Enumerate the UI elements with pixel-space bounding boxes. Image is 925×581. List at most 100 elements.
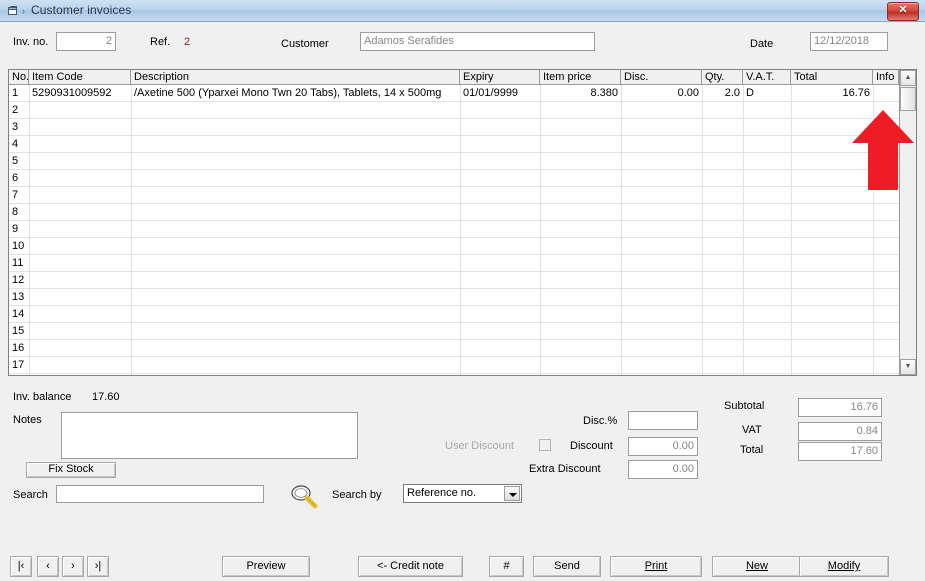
grid-cell-vat[interactable]: [743, 272, 791, 288]
grid-cell-item_code[interactable]: [29, 170, 131, 186]
grid-cell-qty[interactable]: [702, 272, 743, 288]
grid-cell-info[interactable]: [873, 119, 899, 135]
grid-cell-description[interactable]: [131, 323, 460, 339]
grid-column-header-item_code[interactable]: Item Code: [29, 70, 131, 84]
scroll-up-button[interactable]: ▲: [900, 70, 916, 86]
grid-cell-item_code[interactable]: [29, 153, 131, 169]
grid-cell-item_price[interactable]: [540, 136, 621, 152]
grid-cell-qty[interactable]: [702, 170, 743, 186]
new-button[interactable]: New: [712, 556, 802, 577]
grid-cell-no[interactable]: 15: [9, 323, 29, 339]
grid-cell-item_code[interactable]: [29, 187, 131, 203]
grid-cell-info[interactable]: [873, 272, 899, 288]
grid-cell-expiry[interactable]: [460, 187, 540, 203]
grid-cell-no[interactable]: 3: [9, 119, 29, 135]
grid-cell-qty[interactable]: [702, 357, 743, 373]
grid-cell-item_code[interactable]: 5290931009592: [29, 85, 131, 101]
grid-cell-description[interactable]: [131, 306, 460, 322]
discount-field[interactable]: 0.00: [628, 437, 698, 456]
grid-cell-total[interactable]: [791, 289, 873, 305]
grid-cell-description[interactable]: [131, 153, 460, 169]
grid-cell-disc[interactable]: [621, 255, 702, 271]
grid-cell-qty[interactable]: [702, 221, 743, 237]
grid-cell-disc[interactable]: [621, 272, 702, 288]
grid-cell-item_price[interactable]: [540, 255, 621, 271]
grid-cell-info[interactable]: [873, 306, 899, 322]
grid-cell-disc[interactable]: [621, 153, 702, 169]
grid-cell-vat[interactable]: D: [743, 85, 791, 101]
grid-cell-vat[interactable]: [743, 102, 791, 118]
grid-cell-expiry[interactable]: [460, 102, 540, 118]
grid-cell-qty[interactable]: [702, 255, 743, 271]
grid-cell-expiry[interactable]: [460, 289, 540, 305]
grid-cell-description[interactable]: [131, 221, 460, 237]
grid-cell-item_price[interactable]: [540, 323, 621, 339]
grid-cell-vat[interactable]: [743, 306, 791, 322]
grid-cell-total[interactable]: [791, 255, 873, 271]
scrollbar-thumb[interactable]: [900, 87, 916, 111]
grid-cell-no[interactable]: 6: [9, 170, 29, 186]
grid-cell-expiry[interactable]: [460, 340, 540, 356]
grid-row[interactable]: 7: [9, 187, 916, 204]
grid-cell-no[interactable]: 10: [9, 238, 29, 254]
grid-cell-vat[interactable]: [743, 136, 791, 152]
grid-cell-no[interactable]: 12: [9, 272, 29, 288]
grid-row[interactable]: 6: [9, 170, 916, 187]
grid-cell-expiry[interactable]: [460, 136, 540, 152]
grid-cell-expiry[interactable]: 01/01/9999: [460, 85, 540, 101]
grid-cell-item_price[interactable]: [540, 340, 621, 356]
grid-cell-total[interactable]: [791, 204, 873, 220]
grid-cell-no[interactable]: 16: [9, 340, 29, 356]
grid-cell-expiry[interactable]: [460, 255, 540, 271]
grid-cell-item_price[interactable]: [540, 272, 621, 288]
grid-cell-qty[interactable]: [702, 102, 743, 118]
chevron-down-icon[interactable]: [504, 486, 520, 501]
grid-cell-vat[interactable]: [743, 289, 791, 305]
grid-cell-description[interactable]: [131, 119, 460, 135]
grid-cell-expiry[interactable]: [460, 153, 540, 169]
nav-next-button[interactable]: ›: [62, 556, 84, 577]
grid-cell-disc[interactable]: [621, 119, 702, 135]
grid-row[interactable]: 12: [9, 272, 916, 289]
grid-cell-info[interactable]: [873, 187, 899, 203]
grid-cell-expiry[interactable]: [460, 204, 540, 220]
grid-cell-total[interactable]: [791, 323, 873, 339]
grid-column-header-item_price[interactable]: Item price: [540, 70, 621, 84]
print-button[interactable]: Print: [610, 556, 702, 577]
grid-cell-vat[interactable]: [743, 255, 791, 271]
grid-cell-vat[interactable]: [743, 238, 791, 254]
grid-cell-no[interactable]: 9: [9, 221, 29, 237]
grid-cell-expiry[interactable]: [460, 170, 540, 186]
grid-cell-no[interactable]: 13: [9, 289, 29, 305]
grid-cell-qty[interactable]: [702, 306, 743, 322]
grid-cell-item_price[interactable]: [540, 357, 621, 373]
grid-cell-qty[interactable]: [702, 340, 743, 356]
grid-cell-info[interactable]: [873, 255, 899, 271]
grid-cell-item_price[interactable]: [540, 306, 621, 322]
grid-cell-info[interactable]: [873, 357, 899, 373]
grid-cell-disc[interactable]: [621, 238, 702, 254]
grid-cell-total[interactable]: [791, 119, 873, 135]
grid-cell-total[interactable]: [791, 238, 873, 254]
grid-column-header-info[interactable]: Info: [873, 70, 899, 84]
grid-cell-total[interactable]: [791, 153, 873, 169]
nav-first-button[interactable]: |‹: [10, 556, 32, 577]
grid-cell-info[interactable]: [873, 102, 899, 118]
modify-button[interactable]: Modify: [799, 556, 889, 577]
grid-cell-qty[interactable]: [702, 323, 743, 339]
grid-cell-item_price[interactable]: [540, 238, 621, 254]
grid-cell-no[interactable]: 4: [9, 136, 29, 152]
disc-pct-field[interactable]: [628, 411, 698, 430]
extra-discount-field[interactable]: 0.00: [628, 460, 698, 479]
notes-textarea[interactable]: [61, 412, 358, 459]
grid-cell-total[interactable]: 16.76: [791, 85, 873, 101]
grid-cell-item_code[interactable]: [29, 357, 131, 373]
grid-cell-item_price[interactable]: [540, 187, 621, 203]
grid-row[interactable]: 16: [9, 340, 916, 357]
grid-cell-description[interactable]: /Axetine 500 (Yparxei Mono Twn 20 Tabs),…: [131, 85, 460, 101]
grid-cell-no[interactable]: 2: [9, 102, 29, 118]
grid-column-header-expiry[interactable]: Expiry: [460, 70, 540, 84]
grid-cell-disc[interactable]: [621, 187, 702, 203]
grid-cell-item_price[interactable]: 8.380: [540, 85, 621, 101]
grid-cell-qty[interactable]: [702, 119, 743, 135]
